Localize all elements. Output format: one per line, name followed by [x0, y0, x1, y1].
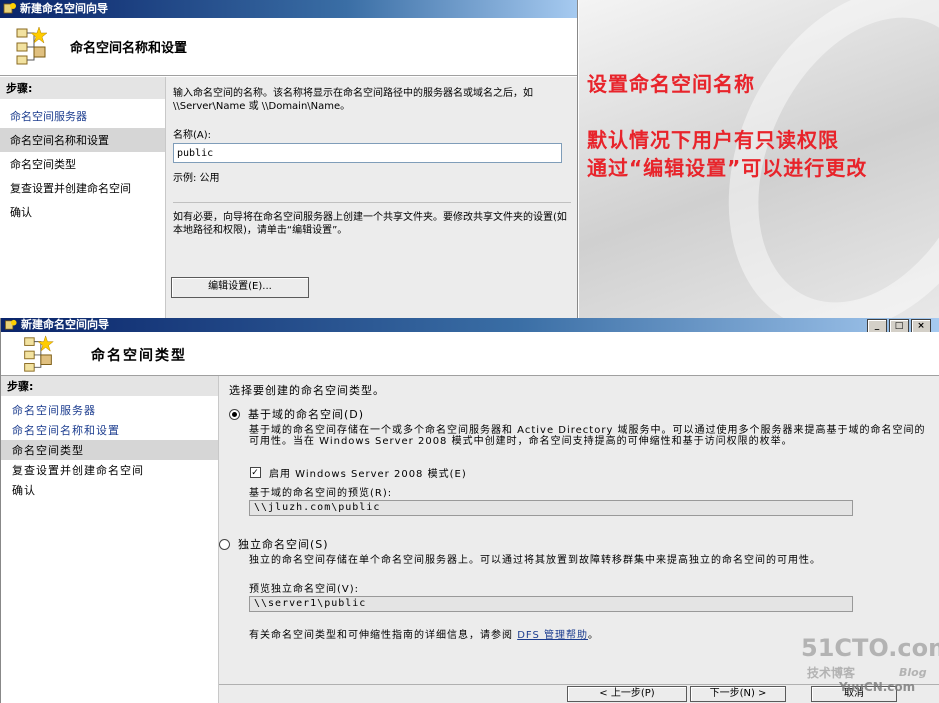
share-note: 如有必要，向导将在命名空间服务器上创建一个共享文件夹。要修改共享文件夹的设置(如… — [173, 212, 567, 236]
step-namespace-server[interactable]: 命名空间服务器 — [1, 400, 218, 420]
window-controls: _ □ × — [867, 319, 931, 333]
bottom-page-title: 命名空间类型 — [91, 348, 187, 364]
standalone-preview-label: 预览独立命名空间(V): — [249, 584, 360, 595]
minimize-button[interactable]: _ — [867, 319, 887, 333]
watermark-blog: Blog — [899, 666, 927, 679]
bottom-header-band: 命名空间类型 — [1, 332, 939, 376]
standalone-description: 独立的命名空间存储在单个命名空间服务器上。可以通过将其放置到故障转移群集中来提高… — [249, 555, 821, 566]
name-field-label: 名称(A): — [173, 130, 212, 141]
name-description: 输入命名空间的名称。该名称将显示在命名空间路径中的服务器名或域名之后，如 \\S… — [173, 88, 533, 112]
watermark-yuucn: YuuCN.com — [839, 680, 916, 694]
standalone-preview-field: \\server1\public — [249, 596, 853, 612]
watermark-51cto: 51CTO.com — [801, 634, 939, 662]
step-confirm: 确认 — [10, 206, 32, 219]
annotation-line-1: 设置命名空间名称 — [587, 72, 755, 96]
domain-based-label: 基于域的命名空间(D) — [248, 408, 365, 421]
dfs-help-link[interactable]: DFS 管理帮助 — [517, 630, 588, 641]
maximize-button[interactable]: □ — [889, 319, 909, 333]
top-wizard-window: 新建命名空间向导 命名空间名称和设置 步骤: 命名空间服务器 命名空间名称和设置… — [0, 0, 578, 318]
steps-heading: 步骤: — [1, 376, 218, 396]
annotation-line-3: 通过“编辑设置”可以进行更改 — [587, 156, 868, 180]
footer-divider — [219, 684, 939, 685]
step-confirm: 确认 — [12, 484, 36, 497]
annotation-line-2: 默认情况下用户有只读权限 — [587, 128, 839, 152]
bottom-window-title: 新建命名空间向导 — [21, 318, 109, 331]
next-button[interactable]: 下一步(N) > — [690, 686, 786, 702]
server-2008-mode-option[interactable]: ✓ 启用 Windows Server 2008 模式(E) — [250, 465, 929, 480]
step-namespace-server[interactable]: 命名空间服务器 — [0, 104, 165, 128]
namespace-wizard-icon — [16, 26, 48, 65]
wizard-window-icon — [5, 319, 17, 330]
namespace-name-input[interactable] — [173, 143, 562, 163]
close-button[interactable]: × — [911, 319, 931, 333]
top-header-band: 命名空间名称和设置 — [0, 18, 577, 76]
top-steps-pane: 步骤: 命名空间服务器 命名空间名称和设置 命名空间类型 复查设置并创建命名空间… — [0, 77, 166, 318]
steps-heading: 步骤: — [0, 77, 165, 99]
example-text: 示例: 公用 — [173, 173, 220, 184]
type-prompt: 选择要创建的命名空间类型。 — [229, 384, 385, 397]
step-review-create: 复查设置并创建命名空间 — [12, 464, 144, 477]
bottom-steps-pane: 步骤: 命名空间服务器 命名空间名称和设置 命名空间类型 复查设置并创建命名空间… — [1, 376, 219, 703]
wizard-window-icon — [3, 3, 16, 14]
domain-based-option[interactable]: 基于域的命名空间(D) — [229, 406, 929, 422]
namespace-wizard-icon — [24, 335, 54, 372]
server-2008-mode-checkbox[interactable]: ✓ — [250, 467, 261, 478]
edit-settings-button[interactable]: 编辑设置(E)... — [171, 277, 309, 298]
step-namespace-type: 命名空间类型 — [10, 158, 76, 171]
domain-based-radio[interactable] — [229, 408, 240, 420]
domain-preview-label: 基于域的命名空间的预览(R): — [249, 488, 393, 499]
server-2008-mode-label: 启用 Windows Server 2008 模式(E) — [269, 469, 467, 480]
standalone-option[interactable]: 独立命名空间(S) — [219, 536, 929, 552]
standalone-label: 独立命名空间(S) — [238, 538, 329, 551]
info-suffix: 。 — [588, 630, 599, 641]
top-window-title: 新建命名空间向导 — [20, 2, 108, 15]
step-review-create: 复查设置并创建命名空间 — [10, 182, 131, 195]
top-title-bar[interactable]: 新建命名空间向导 — [0, 0, 577, 18]
domain-based-description: 基于域的命名空间存储在一个或多个命名空间服务器和 Active Director… — [249, 425, 926, 447]
step-namespace-type[interactable]: 命名空间类型 — [1, 440, 218, 460]
back-button[interactable]: < 上一步(P) — [567, 686, 687, 702]
standalone-radio[interactable] — [219, 538, 230, 550]
annotation-panel: 设置命名空间名称 默认情况下用户有只读权限 通过“编辑设置”可以进行更改 — [579, 0, 939, 318]
info-text: 有关命名空间类型和可伸缩性指南的详细信息，请参阅 — [249, 630, 513, 641]
top-page-title: 命名空间名称和设置 — [70, 41, 188, 56]
step-name-and-settings[interactable]: 命名空间名称和设置 — [0, 128, 165, 152]
watermark-tech-blog: 技术博客 — [807, 666, 856, 680]
step-name-and-settings[interactable]: 命名空间名称和设置 — [1, 420, 218, 440]
content-divider — [173, 202, 571, 203]
bottom-title-bar[interactable]: 新建命名空间向导 _ □ × — [1, 318, 939, 333]
bottom-wizard-window: 新建命名空间向导 _ □ × 命名空间类型 步骤: 命名空间服务器 命名空间名称… — [0, 318, 939, 703]
domain-preview-field: \\jluzh.com\public — [249, 500, 853, 516]
